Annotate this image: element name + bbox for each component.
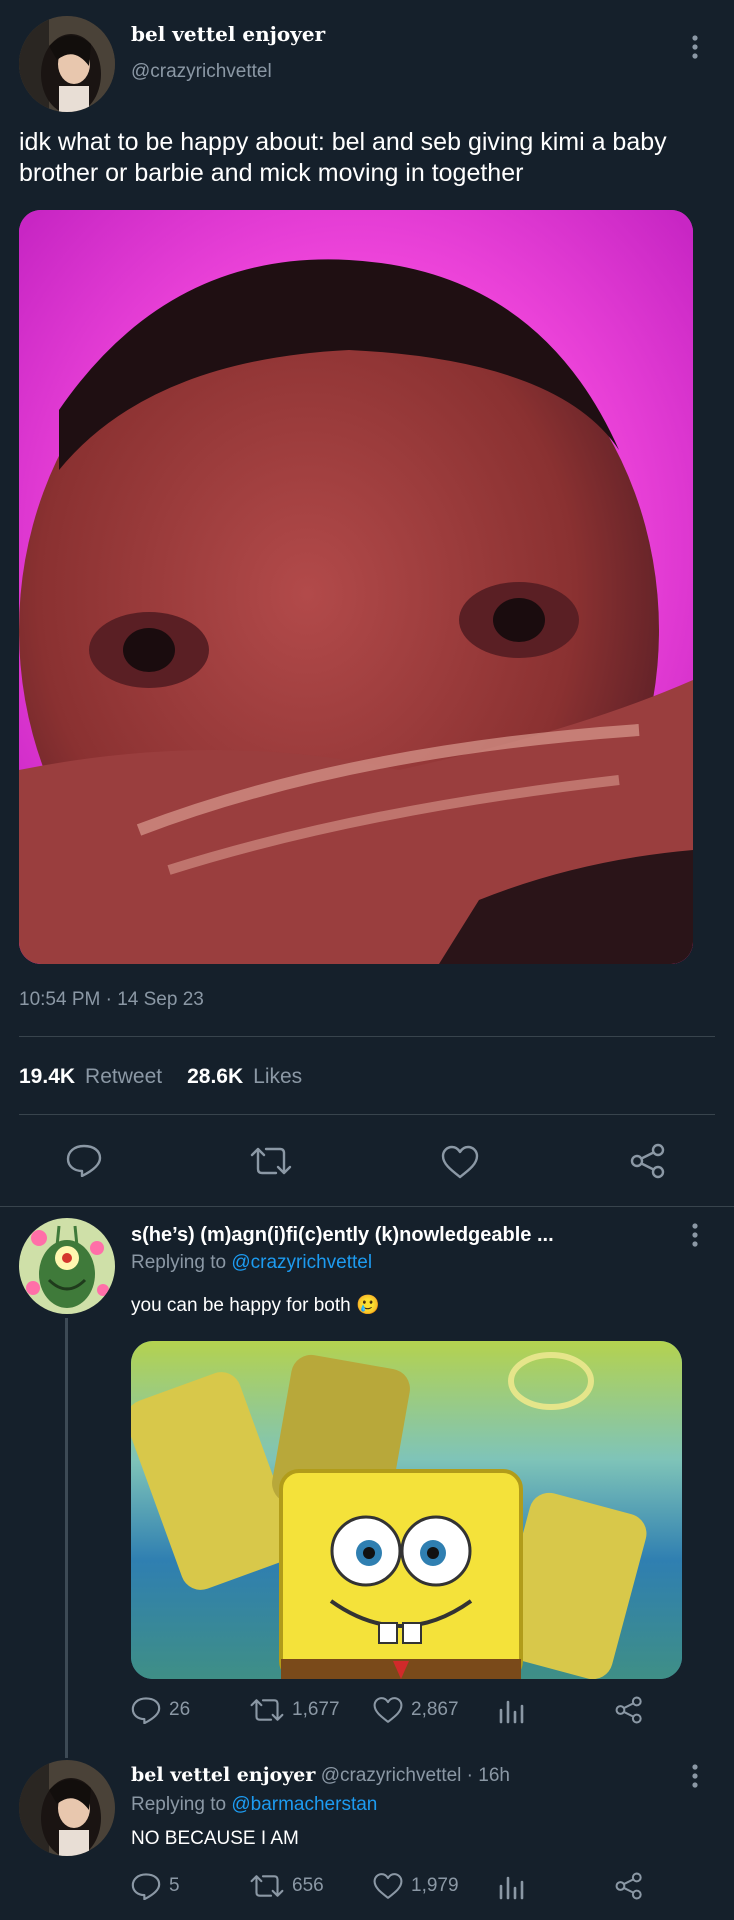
reply-action[interactable]: 26 [131, 1696, 190, 1724]
more-icon[interactable] [684, 34, 706, 60]
tweet-image[interactable] [19, 210, 693, 964]
divider [19, 1114, 715, 1115]
timestamp[interactable]: 10:54 PM · 14 Sep 23 [19, 989, 204, 1011]
avatar[interactable] [19, 16, 115, 112]
like-action[interactable]: 1,979 [373, 1872, 459, 1900]
display-name[interactable]: bel vettel enjoyer [131, 1764, 315, 1786]
handle-time[interactable]: @crazyrichvettel · 16h [321, 1765, 510, 1786]
display-name[interactable]: bel vettel enjoyer [131, 22, 325, 46]
share-icon[interactable] [630, 1143, 666, 1179]
share-icon[interactable] [615, 1696, 643, 1724]
replying-to: Replying to @barmacherstan [131, 1794, 377, 1816]
engagement-stats: 19.4K Retweet 28.6K Likes [19, 1065, 302, 1089]
tweet-header: bel vettel enjoyer @crazyrichvettel · 16… [131, 1764, 510, 1787]
replying-label: Replying to [131, 1252, 227, 1273]
reply-icon [131, 1872, 161, 1900]
likes-count[interactable]: 28.6K [187, 1065, 243, 1089]
retweet-action[interactable]: 1,677 [250, 1696, 340, 1724]
likes-label[interactable]: Likes [253, 1065, 302, 1089]
reply-icon [131, 1696, 161, 1724]
retweet-count[interactable]: 19.4K [19, 1065, 75, 1089]
tweet-text: idk what to be happy about: bel and seb … [19, 128, 667, 187]
replying-to: Replying to @crazyrichvettel [131, 1252, 372, 1274]
more-icon[interactable] [684, 1222, 706, 1248]
like-action[interactable]: 2,867 [373, 1696, 459, 1724]
reply-icon[interactable] [66, 1143, 102, 1177]
handle[interactable]: @crazyrichvettel [131, 61, 272, 83]
retweet-action[interactable]: 656 [250, 1872, 324, 1900]
analytics-icon[interactable] [498, 1698, 524, 1724]
like-count: 1,979 [411, 1875, 459, 1896]
reply-action[interactable]: 5 [131, 1872, 180, 1900]
retweet-icon [250, 1696, 284, 1724]
reply-text: NO BECAUSE I AM [131, 1828, 299, 1849]
like-icon [373, 1696, 403, 1724]
like-count: 2,867 [411, 1699, 459, 1720]
thread-line [65, 1318, 68, 1758]
display-name[interactable]: s(he’s) (m)agn(i)fi(c)ently (k)nowledgea… [131, 1224, 554, 1247]
like-icon [373, 1872, 403, 1900]
replying-label: Replying to [131, 1794, 227, 1815]
reply-image[interactable] [131, 1341, 682, 1679]
retweet-label[interactable]: Retweet [85, 1065, 162, 1089]
like-icon[interactable] [441, 1145, 479, 1179]
reply-count: 26 [169, 1699, 191, 1720]
retweet-count: 1,677 [292, 1699, 340, 1720]
reply-count: 5 [169, 1875, 180, 1896]
avatar[interactable] [19, 1218, 115, 1314]
analytics-icon[interactable] [498, 1874, 524, 1900]
reply-text: you can be happy for both 🥲 [131, 1295, 380, 1316]
retweet-count: 656 [292, 1875, 324, 1896]
replying-handle-link[interactable]: @crazyrichvettel [231, 1252, 372, 1273]
share-icon[interactable] [615, 1872, 643, 1900]
divider [0, 1206, 734, 1207]
more-icon[interactable] [684, 1763, 706, 1789]
retweet-icon[interactable] [250, 1145, 292, 1177]
divider [19, 1036, 715, 1037]
retweet-icon [250, 1872, 284, 1900]
replying-handle-link[interactable]: @barmacherstan [231, 1794, 377, 1815]
avatar[interactable] [19, 1760, 115, 1856]
